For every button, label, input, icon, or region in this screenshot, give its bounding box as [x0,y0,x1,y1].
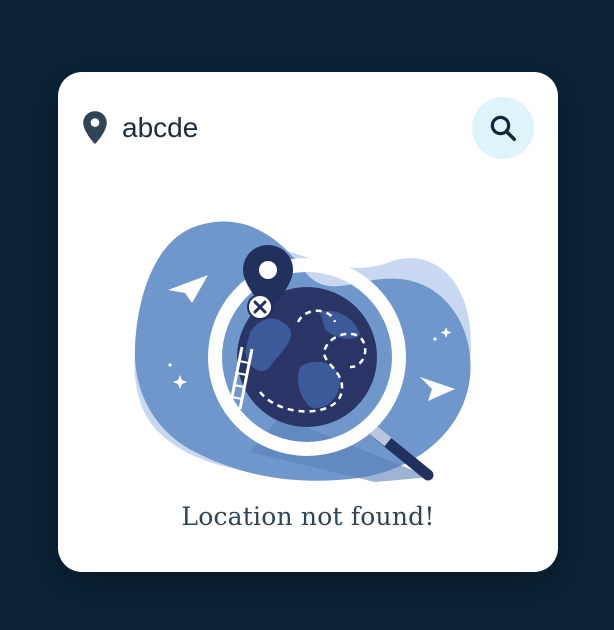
weather-card: Location not found! [58,72,558,572]
search-icon [490,115,516,141]
search-button[interactable] [472,97,534,159]
location-search-input[interactable] [122,108,442,148]
not-found-globe-illustration [134,221,471,482]
not-found-message: Location not found! [181,502,435,531]
location-pin-icon [83,111,107,144]
search-bar [80,96,536,160]
